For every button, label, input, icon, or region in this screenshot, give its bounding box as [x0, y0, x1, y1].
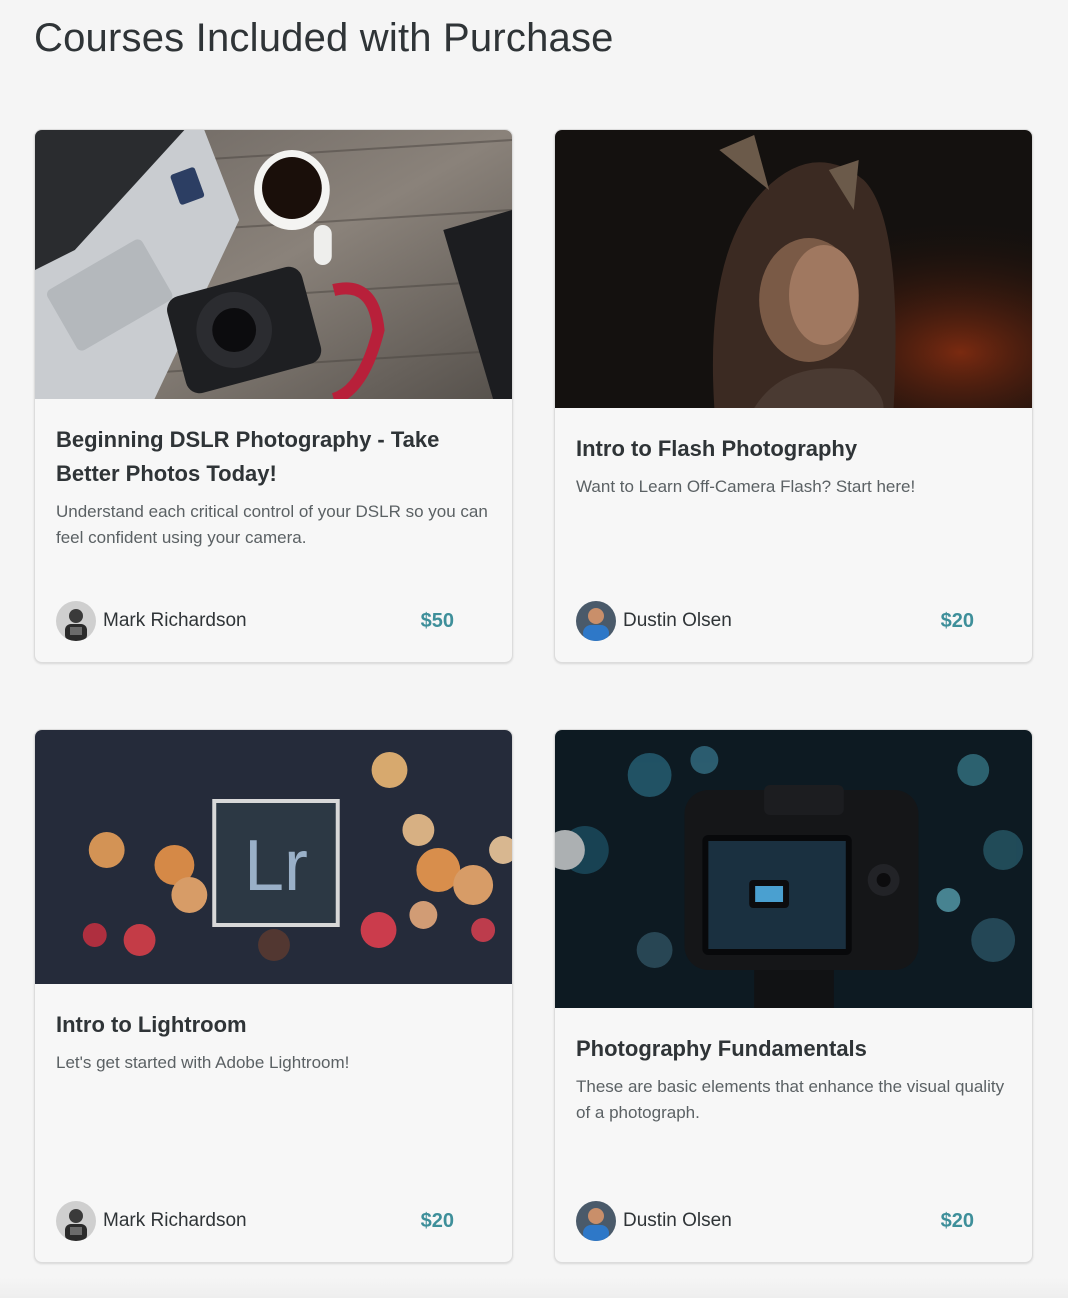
author-name: Dustin Olsen	[623, 610, 732, 631]
course-title[interactable]: Intro to Flash Photography	[576, 432, 1011, 466]
author-avatar	[56, 601, 96, 641]
course-price: $20	[940, 609, 974, 632]
course-footer: Mark Richardson $20	[56, 1200, 454, 1242]
course-footer: Dustin Olsen $20	[576, 1200, 974, 1242]
lightroom-logo: Lr	[244, 826, 308, 906]
course-footer: Mark Richardson $50	[56, 600, 454, 642]
course-image-dslr[interactable]	[35, 130, 512, 399]
author-avatar	[576, 601, 616, 641]
course-description: Want to Learn Off-Camera Flash? Start he…	[576, 477, 916, 496]
course-card[interactable]: Intro to Flash Photography Want to Learn…	[554, 129, 1033, 663]
course-footer: Dustin Olsen $20	[576, 600, 974, 642]
course-title[interactable]: Intro to Lightroom	[56, 1008, 491, 1042]
course-title[interactable]: Beginning DSLR Photography - Take Better…	[56, 423, 491, 491]
course-description: Understand each critical control of your…	[56, 502, 488, 547]
course-image-fundamentals[interactable]	[555, 730, 1032, 1008]
page-title: Courses Included with Purchase	[34, 16, 614, 60]
course-description: These are basic elements that enhance th…	[576, 1077, 1005, 1122]
course-card[interactable]: Lr Intro to Lightroom Let's get started …	[34, 729, 513, 1263]
author-name: Dustin Olsen	[623, 1210, 732, 1231]
course-price: $20	[940, 1209, 974, 1232]
course-price: $50	[420, 609, 454, 632]
course-image-flash[interactable]	[555, 130, 1032, 408]
author-avatar	[576, 1201, 616, 1241]
author-name: Mark Richardson	[103, 610, 247, 631]
author-avatar	[56, 1201, 96, 1241]
course-title[interactable]: Photography Fundamentals	[576, 1032, 1011, 1066]
course-price: $20	[420, 1209, 454, 1232]
course-image-lightroom[interactable]: Lr	[35, 730, 512, 984]
page-bottom-edge	[0, 1278, 1068, 1298]
course-description: Let's get started with Adobe Lightroom!	[56, 1053, 350, 1072]
course-card[interactable]: Beginning DSLR Photography - Take Better…	[34, 129, 513, 663]
course-card[interactable]: Photography Fundamentals These are basic…	[554, 729, 1033, 1263]
author-name: Mark Richardson	[103, 1210, 247, 1231]
